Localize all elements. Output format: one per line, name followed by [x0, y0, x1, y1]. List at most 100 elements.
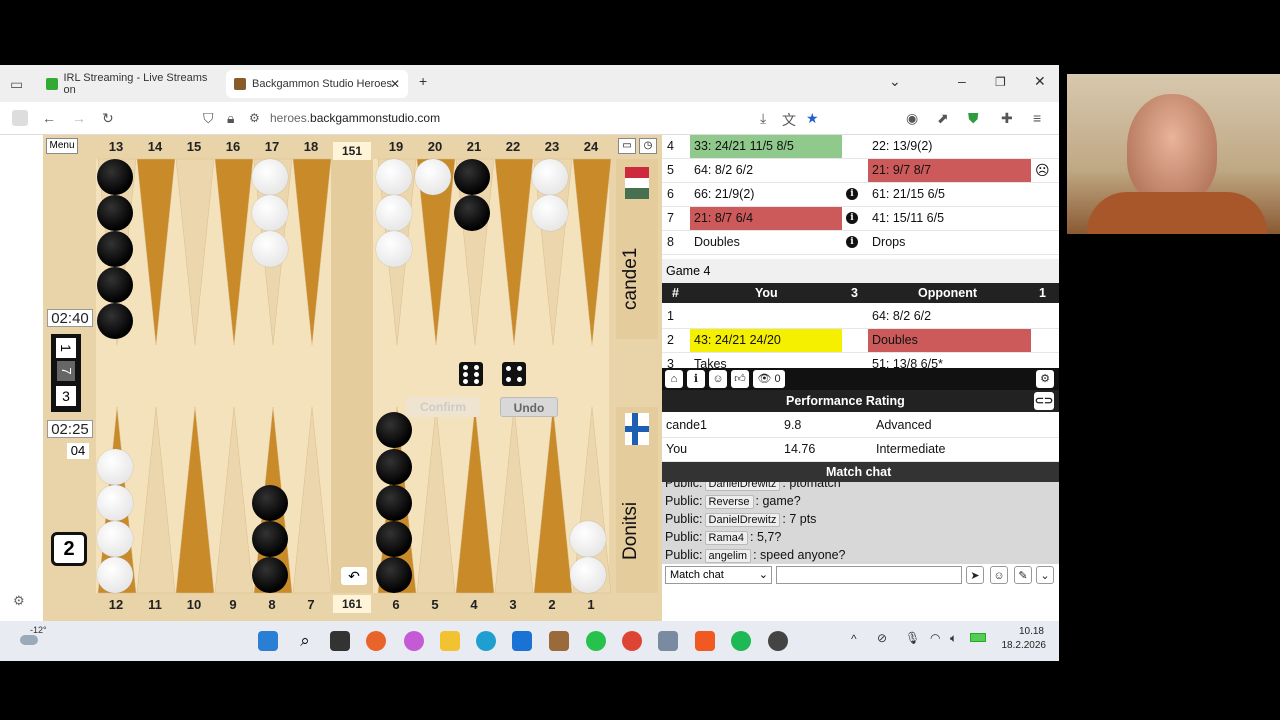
restore-icon[interactable]: ❐	[995, 75, 1006, 89]
lock-icon[interactable]: 🔒︎	[227, 110, 234, 127]
point-triangle[interactable]	[214, 158, 254, 346]
panel-settings-icon[interactable]: ⚙	[1036, 370, 1054, 388]
send-icon[interactable]: ➤	[966, 566, 984, 584]
point-triangle[interactable]	[292, 158, 332, 346]
weather-icon[interactable]: -12°	[16, 625, 47, 651]
move-row[interactable]: 6 66: 21/9(2) i 61: 21/15 6/5	[662, 183, 1059, 207]
black-checker[interactable]	[376, 557, 412, 593]
wifi-icon[interactable]: ◠	[930, 631, 940, 645]
brave-icon[interactable]	[695, 631, 715, 651]
confirm-button[interactable]: Confirm	[406, 397, 480, 417]
move-row[interactable]: 7 21: 8/7 6/4 i 41: 15/11 6/5	[662, 207, 1059, 231]
reload-icon[interactable]: ↻	[102, 110, 114, 127]
point-triangle[interactable]	[136, 406, 176, 594]
die-six-left[interactable]	[459, 362, 483, 386]
tab-list-icon[interactable]: ▭	[10, 76, 23, 93]
settings-icon[interactable]: ⚙	[13, 593, 25, 609]
battery-icon[interactable]	[970, 633, 986, 642]
info-icon[interactable]: ℹ	[687, 370, 705, 388]
permissions-icon[interactable]: ⚙	[249, 111, 260, 125]
point-triangle[interactable]	[572, 158, 612, 346]
point-triangle[interactable]	[416, 406, 456, 594]
point-triangle[interactable]	[175, 406, 215, 594]
black-checker[interactable]	[376, 449, 412, 485]
white-checker[interactable]	[252, 159, 288, 195]
network-off-icon[interactable]: ⊘	[877, 631, 887, 645]
clock-icon[interactable]: ◷	[639, 138, 657, 154]
close-window-icon[interactable]: ✕	[1034, 73, 1046, 90]
white-checker[interactable]	[415, 159, 451, 195]
pencil-icon[interactable]: ✎	[1014, 566, 1032, 584]
black-checker[interactable]	[252, 557, 288, 593]
info-icon[interactable]: i	[846, 188, 858, 200]
move-row[interactable]: 2 43: 24/21 24/20 Doubles	[662, 329, 1059, 353]
point-triangle[interactable]	[494, 158, 534, 346]
point-triangle[interactable]	[533, 406, 573, 594]
puzzle-icon[interactable]: ✚	[1001, 110, 1013, 127]
minimize-icon[interactable]: –	[958, 73, 966, 89]
white-checker[interactable]	[376, 231, 412, 267]
backgammon-board[interactable]: Menu 13 14 15 16 17 18 19 20 21 22 23 24 12 11 10 9 8 7 6…	[43, 135, 662, 621]
point-triangle[interactable]	[214, 406, 254, 594]
black-checker[interactable]	[97, 303, 133, 339]
white-checker[interactable]	[97, 449, 133, 485]
white-checker[interactable]	[570, 521, 606, 557]
chevron-up-icon[interactable]: ^	[851, 632, 857, 646]
undo-arrow-icon[interactable]: ↶	[341, 567, 367, 585]
black-checker[interactable]	[252, 521, 288, 557]
white-checker[interactable]	[532, 159, 568, 195]
white-checker[interactable]	[97, 557, 133, 593]
close-tab-icon[interactable]: ✕	[390, 77, 400, 91]
chat-messages[interactable]: Public: DanielDrewitz: ptomatch Public: Rev…	[662, 482, 1059, 564]
translate-icon[interactable]: 文	[782, 110, 796, 130]
firefox-icon[interactable]	[366, 631, 386, 651]
chat-user[interactable]: DanielDrewitz	[704, 482, 781, 491]
black-checker[interactable]	[454, 195, 490, 231]
move-row[interactable]: 5 64: 8/2 6/2 21: 9/7 8/7 ☹	[662, 159, 1059, 183]
black-checker[interactable]	[97, 231, 133, 267]
point-triangle[interactable]	[494, 406, 534, 594]
frown-icon[interactable]: ☹	[1035, 162, 1050, 179]
die-four-right[interactable]	[502, 362, 526, 386]
smiley-icon[interactable]: ☺	[709, 370, 727, 388]
whatsapp-icon[interactable]	[586, 631, 606, 651]
point-triangle[interactable]	[455, 406, 495, 594]
black-checker[interactable]	[97, 195, 133, 231]
emoji-icon[interactable]: ☺	[990, 566, 1008, 584]
spotify-icon[interactable]	[731, 631, 751, 651]
vpn-shield-icon[interactable]: ⛊	[968, 110, 979, 127]
chat-user[interactable]: angelim	[704, 549, 752, 563]
info-icon[interactable]: i	[846, 236, 858, 248]
white-checker[interactable]	[532, 195, 568, 231]
calculator-icon[interactable]	[658, 631, 678, 651]
point-triangle[interactable]	[292, 406, 332, 594]
windows-start-icon[interactable]	[258, 631, 278, 651]
white-checker[interactable]	[570, 557, 606, 593]
menu-icon[interactable]: ≡	[1033, 110, 1041, 126]
sidebar-icon[interactable]	[12, 110, 28, 126]
chat-input[interactable]	[776, 566, 962, 584]
store-icon[interactable]	[512, 631, 532, 651]
microphone-icon[interactable]: 🎙︎	[905, 631, 920, 645]
move-row[interactable]: 4 33: 24/21 11/5 8/5 22: 13/9(2)	[662, 135, 1059, 159]
point-triangle[interactable]	[136, 158, 176, 346]
forward-icon[interactable]: →	[72, 110, 86, 126]
copilot-icon[interactable]	[404, 631, 424, 651]
point-triangle[interactable]	[175, 158, 215, 346]
undo-button[interactable]: Undo	[500, 397, 558, 417]
info-icon[interactable]: i	[846, 212, 858, 224]
shield-icon[interactable]: ⛉	[203, 110, 214, 127]
white-checker[interactable]	[97, 521, 133, 557]
game-app-icon[interactable]	[549, 631, 569, 651]
chrome-icon[interactable]	[622, 631, 642, 651]
backgammon-app-icon[interactable]	[768, 631, 788, 651]
thumbs-up-icon[interactable]: 👍︎	[731, 370, 749, 388]
task-view-icon[interactable]	[330, 631, 350, 651]
viewers-counter[interactable]: 👁︎ 0	[753, 370, 785, 388]
tab-backgammon[interactable]: Backgammon Studio Heroes ✕	[226, 70, 408, 98]
url-field[interactable]: heroes.backgammonstudio.com	[270, 111, 440, 125]
black-checker[interactable]	[376, 521, 412, 557]
doubling-cube[interactable]: 2	[51, 532, 87, 566]
home-icon[interactable]: ⌂	[665, 370, 683, 388]
black-checker[interactable]	[252, 485, 288, 521]
